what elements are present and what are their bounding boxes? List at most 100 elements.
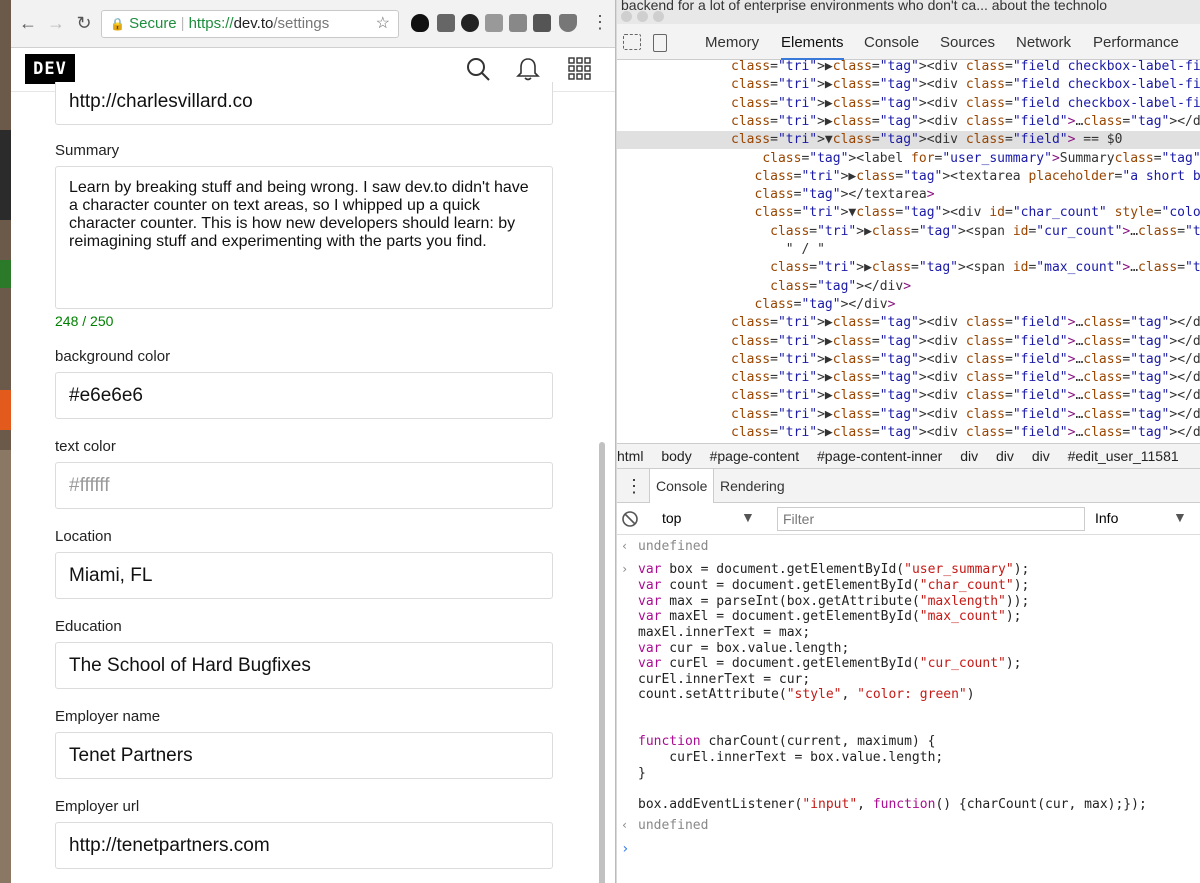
dom-node-line[interactable]: class="tri">▶class="tag"><textarea place…	[617, 168, 1200, 186]
window-minimize-button[interactable]	[637, 11, 648, 22]
page-scrollbar[interactable]	[599, 442, 605, 883]
dom-node-line[interactable]: class="tag"></div>	[617, 296, 1200, 314]
console-result-line: undefined	[638, 818, 709, 833]
extension-icon[interactable]	[461, 14, 479, 32]
location-field[interactable]: Miami, FL	[55, 552, 553, 599]
lock-icon: 🔒	[110, 17, 125, 31]
apps-grid-icon[interactable]	[567, 56, 593, 82]
extension-icon[interactable]	[437, 14, 455, 32]
dom-node-line[interactable]: class="tri">▶class="tag"><div class="fie…	[617, 95, 1200, 113]
chevron-down-icon[interactable]: ▼	[741, 509, 755, 525]
console-input-prompt[interactable]: ›	[621, 841, 629, 857]
console-result-line: undefined	[638, 539, 709, 554]
extension-icon[interactable]	[509, 14, 527, 32]
breadcrumb-item[interactable]: div	[996, 444, 1014, 468]
breadcrumb-item[interactable]: html	[617, 444, 643, 468]
devtools-tabbar: Memory Elements Console Sources Network …	[617, 24, 1200, 60]
search-icon[interactable]	[465, 56, 491, 82]
summary-textarea[interactable]: Learn by breaking stuff and being wrong.…	[55, 166, 553, 309]
desktop-background	[0, 0, 11, 883]
background-color-field[interactable]: #e6e6e6	[55, 372, 553, 419]
context-select[interactable]: top	[662, 510, 681, 526]
tab-console[interactable]: Console	[864, 24, 919, 60]
log-level-select[interactable]: Info	[1095, 510, 1118, 526]
dom-node-line[interactable]: class="tri">▶class="tag"><span id="cur_c…	[617, 223, 1200, 241]
text-color-label: text color	[55, 438, 116, 455]
window-maximize-button[interactable]	[653, 11, 664, 22]
text-color-field[interactable]: #ffffff	[55, 462, 553, 509]
dom-node-line[interactable]: class="tri">▶class="tag"><div class="fie…	[617, 369, 1200, 387]
tab-network[interactable]: Network	[1016, 24, 1071, 60]
clear-console-icon[interactable]	[621, 510, 639, 528]
breadcrumb-item[interactable]: body	[661, 444, 691, 468]
dom-node-line[interactable]: class="tri">▼class="tag"><div id="char_c…	[617, 204, 1200, 222]
inspect-element-icon[interactable]	[623, 34, 641, 50]
dom-node-line[interactable]: class="tri">▶class="tag"><div class="fie…	[617, 406, 1200, 424]
console-code-line: }	[638, 766, 646, 781]
bell-icon[interactable]	[515, 56, 541, 82]
browser-menu-icon[interactable]: ⋮	[591, 12, 609, 33]
dev-logo[interactable]: DEV	[25, 54, 75, 84]
tab-performance[interactable]: Performance	[1093, 24, 1179, 60]
dom-node-line[interactable]: class="tag"></textarea>	[617, 186, 1200, 204]
chevron-down-icon[interactable]: ▼	[1173, 509, 1187, 525]
console-code-line: count.setAttribute("style", "color: gree…	[638, 687, 975, 702]
dom-node-line[interactable]: class="tri">▶class="tag"><div class="fie…	[617, 351, 1200, 369]
dom-node-line[interactable]: class="tri">▶class="tag"><div class="fie…	[617, 424, 1200, 442]
breadcrumb-item[interactable]: #page-content	[710, 444, 800, 468]
forward-arrow-icon[interactable]: →	[45, 12, 67, 34]
breadcrumb-item[interactable]: div	[1032, 444, 1050, 468]
dom-node-line[interactable]: class="tri">▶class="tag"><div class="fie…	[617, 76, 1200, 94]
drawer-tab-console[interactable]: Console	[649, 469, 715, 503]
console-code-line: function charCount(current, maximum) {	[638, 734, 936, 749]
back-arrow-icon[interactable]: ←	[17, 12, 39, 34]
employer-url-field[interactable]: http://tenetpartners.com	[55, 822, 553, 869]
dom-node-line[interactable]: class="tri">▶class="tag"><div class="fie…	[617, 314, 1200, 332]
dom-node-line[interactable]: class="tag"></div>	[617, 278, 1200, 296]
breadcrumb-item[interactable]: #page-content-inner	[817, 444, 942, 468]
tab-memory[interactable]: Memory	[705, 24, 759, 60]
background-window-text: backend for a lot of enterprise environm…	[617, 0, 1200, 24]
console-filter-input[interactable]: Filter	[777, 507, 1085, 531]
address-bar[interactable]: 🔒 Secure | https://dev.to/settings ☆	[101, 10, 399, 38]
drawer-menu-icon[interactable]: ⋮	[625, 469, 643, 503]
url-path: /settings	[273, 15, 330, 32]
settings-form: http://charlesvillard.co Summary Learn b…	[11, 82, 607, 883]
employer-name-field[interactable]: Tenet Partners	[55, 732, 553, 779]
dom-node-line[interactable]: class="tri">▶class="tag"><div class="fie…	[617, 333, 1200, 351]
tab-sources[interactable]: Sources	[940, 24, 995, 60]
bookmark-star-icon[interactable]: ☆	[376, 11, 390, 37]
url-field[interactable]: http://charlesvillard.co	[55, 82, 553, 125]
dom-node-line[interactable]: class="tri">▶class="tag"><div class="fie…	[617, 60, 1200, 76]
window-close-button[interactable]	[621, 11, 632, 22]
education-label: Education	[55, 618, 122, 635]
dom-node-line[interactable]: class="tri">▶class="tag"><div class="fie…	[617, 113, 1200, 131]
breadcrumb: html body #page-content #page-content-in…	[617, 443, 1200, 469]
extension-icon[interactable]	[411, 14, 429, 32]
reload-icon[interactable]: ↻	[73, 12, 95, 34]
dom-node-line[interactable]: class="tri">▼class="tag"><div class="fie…	[617, 131, 1200, 150]
breadcrumb-item[interactable]: div	[960, 444, 978, 468]
tab-elements[interactable]: Elements	[781, 24, 844, 60]
dom-node-line[interactable]: " / "	[617, 241, 1200, 259]
background-color-label: background color	[55, 348, 171, 365]
console-code-line: curEl.innerText = cur;	[638, 672, 811, 687]
console-code-line: box.addEventListener("input", function()…	[638, 797, 1147, 812]
char-counter: 248 / 250	[55, 313, 114, 329]
dom-node-line[interactable]: class="tri">▶class="tag"><span id="max_c…	[617, 259, 1200, 277]
console-code-line: var maxEl = document.getElementById("max…	[638, 609, 1022, 624]
education-field[interactable]: The School of Hard Bugfixes	[55, 642, 553, 689]
console-code-line: var max = parseInt(box.getAttribute("max…	[638, 594, 1030, 609]
console-code-line: var curEl = document.getElementById("cur…	[638, 656, 1022, 671]
dom-node-line[interactable]: class="tri">▶class="tag"><div class="fie…	[617, 387, 1200, 405]
console-code-line: var count = document.getElementById("cha…	[638, 578, 1030, 593]
pocket-icon[interactable]	[559, 14, 577, 32]
drawer-tab-rendering[interactable]: Rendering	[720, 469, 785, 503]
device-toolbar-icon[interactable]	[653, 34, 667, 52]
extension-icon[interactable]	[485, 14, 503, 32]
dom-node-line[interactable]: class="tag"><label for="user_summary">Su…	[617, 150, 1200, 168]
browser-toolbar: ← → ↻ 🔒 Secure | https://dev.to/settings ☆…	[11, 0, 615, 48]
extension-icon[interactable]	[533, 14, 551, 32]
console-code-line: curEl.innerText = box.value.length;	[638, 750, 944, 765]
breadcrumb-item[interactable]: #edit_user_11581	[1068, 444, 1179, 468]
